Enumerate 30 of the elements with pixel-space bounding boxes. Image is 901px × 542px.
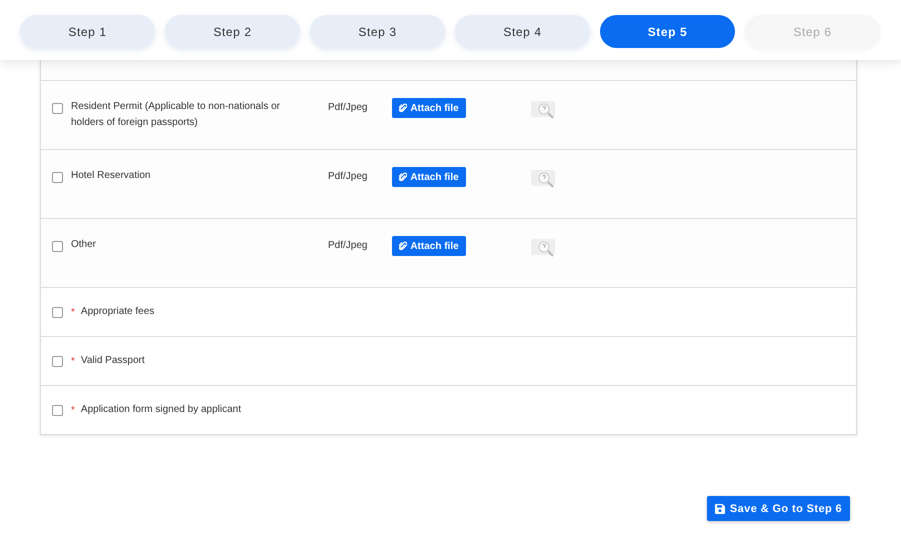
required-marker: *	[71, 306, 75, 318]
required-marker: *	[71, 356, 75, 366]
step-tab[interactable]: Step 4	[455, 15, 590, 48]
document-label: Hotel Reservation	[71, 169, 152, 183]
step-tab[interactable]: Step 1	[20, 15, 155, 48]
checkbox[interactable]	[52, 307, 63, 318]
file-format: Pdf/Jpeg	[328, 171, 368, 182]
document-label: Valid Passport	[80, 354, 146, 368]
checkbox[interactable]	[52, 103, 63, 114]
document-label: Resident Permit (Applicable to non-nationals or holders of foreign passports)	[71, 100, 281, 130]
document-label: Other	[71, 238, 98, 252]
paperclip-icon	[399, 241, 408, 251]
attach-file-button[interactable]: Attach file	[392, 236, 466, 256]
checkbox[interactable]	[52, 241, 63, 252]
save-button[interactable]: Save & Go to Step 6	[707, 496, 850, 521]
checkbox[interactable]	[52, 172, 63, 183]
document-label: Application form signed by applicant	[80, 403, 242, 417]
file-format: Pdf/Jpeg	[328, 102, 368, 113]
step-tab[interactable]: Step 2	[165, 15, 300, 48]
attach-file-button[interactable]: Attach file	[392, 167, 466, 187]
document-label: Appropriate fees	[80, 305, 156, 319]
step-tab[interactable]: Step 5	[600, 15, 735, 48]
required-marker: *	[71, 404, 75, 416]
paperclip-icon	[399, 172, 408, 182]
paperclip-icon	[399, 103, 408, 113]
file-format: Pdf/Jpeg	[328, 240, 368, 251]
attach-file-button[interactable]: Attach file	[392, 98, 466, 118]
checkbox[interactable]	[52, 405, 63, 416]
step-tab[interactable]: Step 3	[310, 15, 445, 48]
checkbox[interactable]	[52, 356, 63, 367]
